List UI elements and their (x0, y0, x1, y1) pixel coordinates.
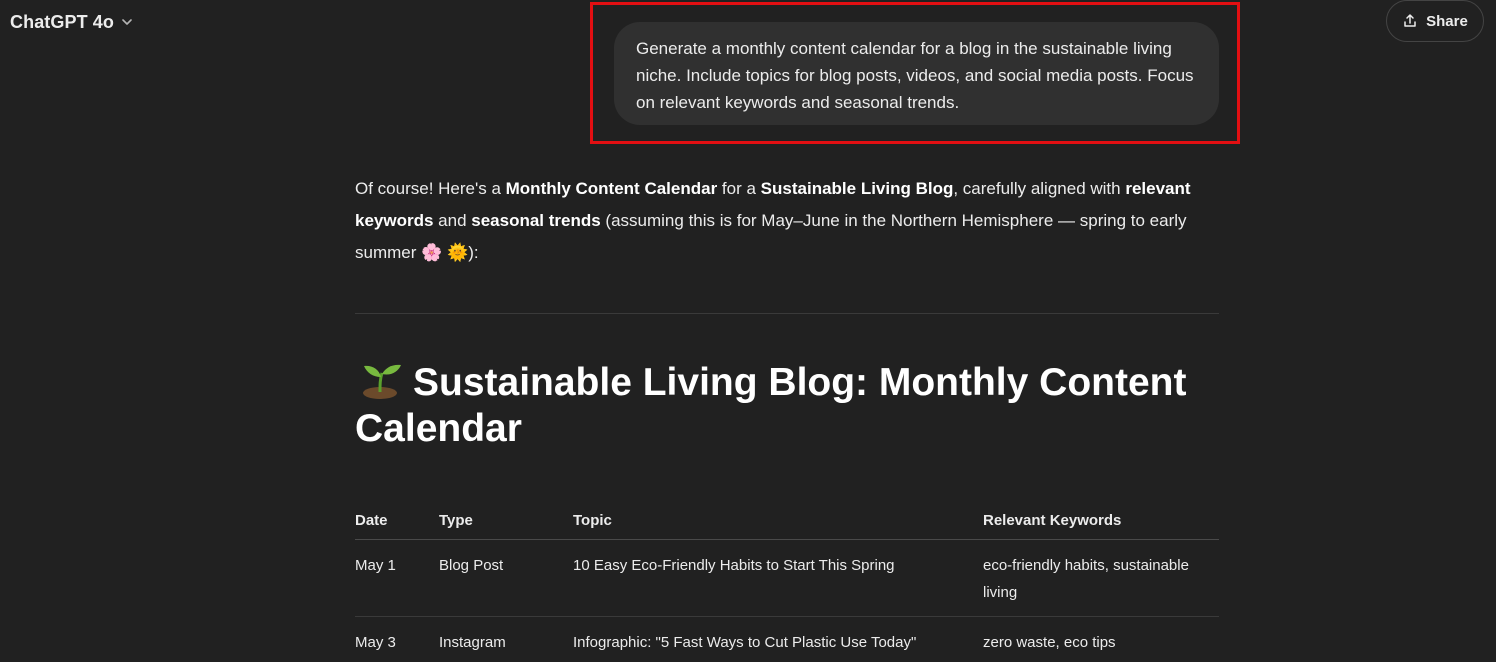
calendar-heading: Sustainable Living Blog: Monthly Content… (355, 360, 1219, 452)
share-button[interactable]: Share (1386, 0, 1484, 42)
sun-icon: 🌞 (447, 243, 469, 263)
chat-window: ChatGPT 4o Share Generate a monthly cont… (0, 0, 1496, 662)
cell-keywords: zero waste, eco tips (983, 634, 1116, 651)
user-message-text: Generate a monthly content calendar for … (636, 39, 1194, 112)
column-header-topic: Topic (573, 512, 612, 529)
user-message-bubble: Generate a monthly content calendar for … (614, 22, 1219, 125)
content-calendar-table: Date Type Topic Relevant Keywords May 1 … (355, 505, 1219, 662)
intro-bold: seasonal trends (471, 211, 601, 230)
cell-type: Instagram (439, 634, 506, 651)
intro-text: Of course! Here's a (355, 179, 506, 198)
column-header-type: Type (439, 512, 473, 529)
model-switcher[interactable]: ChatGPT 4o (10, 10, 134, 34)
cell-type: Blog Post (439, 557, 504, 574)
table-row: May 3 Instagram Infographic: "5 Fast Way… (355, 617, 1219, 662)
assistant-intro: Of course! Here's a Monthly Content Cale… (355, 173, 1219, 269)
intro-text: for a (717, 179, 761, 198)
seedling-icon (363, 364, 401, 399)
assistant-message: Of course! Here's a Monthly Content Cale… (355, 173, 1219, 269)
table-row: May 1 Blog Post 10 Easy Eco-Friendly Hab… (355, 540, 1219, 617)
share-upload-icon (1404, 14, 1416, 27)
heading-text: Sustainable Living Blog: Monthly Content… (355, 361, 1187, 450)
column-header-date: Date (355, 512, 388, 529)
column-header-keywords: Relevant Keywords (983, 512, 1122, 529)
intro-text: ): (468, 243, 479, 262)
cell-date: May 3 (355, 634, 396, 651)
cherry-blossom-icon: 🌸 (421, 243, 443, 263)
cell-topic: Infographic: "5 Fast Ways to Cut Plastic… (573, 634, 917, 651)
share-label: Share (1426, 12, 1468, 30)
cell-topic: 10 Easy Eco-Friendly Habits to Start Thi… (573, 557, 895, 574)
section-divider (355, 313, 1219, 314)
cell-date: May 1 (355, 557, 396, 574)
table-header: Date Type Topic Relevant Keywords (355, 505, 1219, 540)
model-name: ChatGPT 4o (10, 11, 115, 32)
intro-bold: Sustainable Living Blog (760, 179, 954, 198)
chevron-down-icon (122, 19, 132, 25)
intro-bold: Monthly Content Calendar (505, 179, 718, 198)
intro-text: , carefully aligned with (953, 179, 1126, 198)
intro-text: and (433, 211, 472, 230)
cell-keywords: eco-friendly habits, sustainable living (983, 557, 1189, 601)
